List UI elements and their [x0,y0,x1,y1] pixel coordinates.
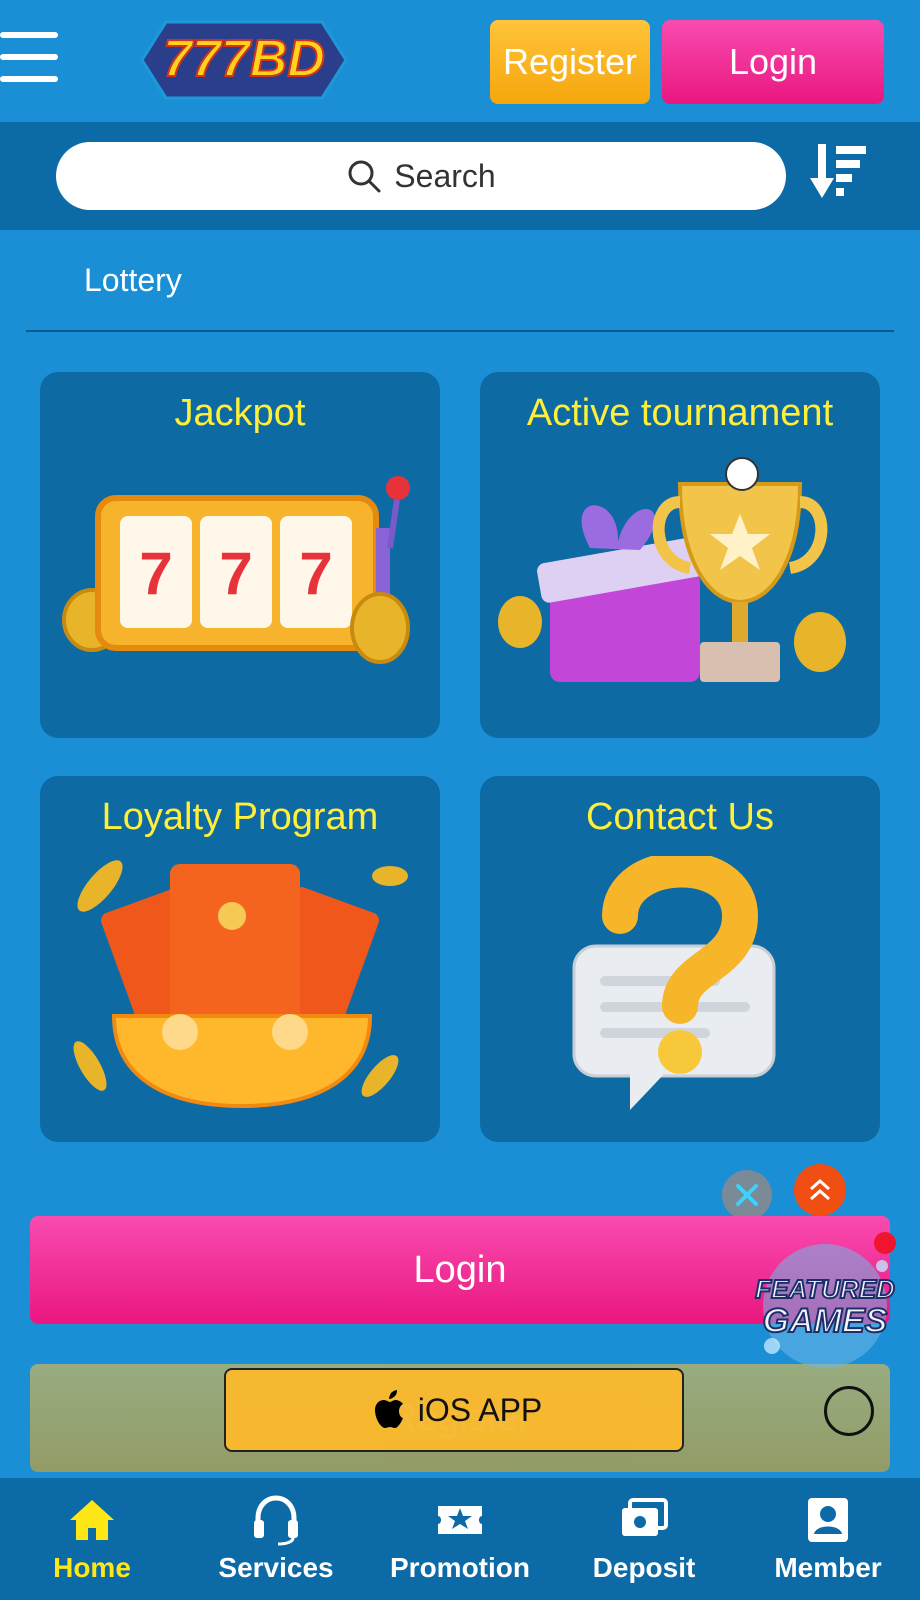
ios-app-button[interactable]: iOS APP [224,1368,684,1452]
search-placeholder: Search [394,157,496,194]
nav-label: Deposit [592,1552,696,1583]
jackpot-card[interactable]: Jackpot 7 7 7 [40,372,440,738]
member-icon [808,1498,848,1542]
circle-toggle[interactable] [824,1386,874,1436]
card-title: Active tournament [526,392,834,434]
headset-icon [254,1495,298,1546]
scroll-to-top-button[interactable] [794,1164,846,1216]
loyalty-program-card[interactable]: Loyalty Program [40,776,440,1142]
notification-dot [874,1232,896,1254]
card-title: Loyalty Program [101,796,379,838]
svg-text:GAMES: GAMES [763,1302,888,1340]
tab-lottery[interactable]: Lottery [84,262,182,299]
menu-icon[interactable] [0,32,58,84]
nav-services[interactable]: Services [184,1478,368,1600]
slot-machine-icon: 7 7 7 [62,476,410,664]
close-icon [736,1184,758,1206]
register-button[interactable]: Register [490,20,650,104]
site-logo[interactable]: 777BD [136,14,352,106]
double-chevron-up-icon [810,1178,830,1201]
deposit-icon [622,1498,668,1536]
featured-games-badge[interactable]: FEATURED GAMES [752,1236,898,1376]
nav-label: Member [774,1552,882,1583]
card-title: Contact Us [586,796,774,838]
ios-app-label: iOS APP [417,1391,543,1428]
nav-deposit[interactable]: Deposit [552,1478,736,1600]
ticket-star-icon [438,1506,482,1534]
contact-us-card[interactable]: Contact Us [480,776,880,1142]
top-header: 777BD Register Login [0,0,920,122]
nav-label: Home [53,1552,131,1583]
nav-label: Promotion [390,1552,530,1583]
nav-home[interactable]: Home [0,1478,184,1600]
svg-text:7: 7 [299,540,332,607]
login-button[interactable]: Login [662,20,884,104]
svg-text:7: 7 [139,540,172,607]
search-input[interactable]: Search [56,142,786,210]
divider [26,330,894,332]
svg-text:7: 7 [219,540,252,607]
logo-text: 777BD [163,30,325,88]
apple-icon [374,1390,403,1428]
help-question-icon [572,856,776,1110]
nav-label: Services [218,1552,334,1583]
red-envelope-bowl-icon [73,860,408,1109]
bottom-navigation: Home Services Promotion Deposit Member [0,1478,920,1600]
active-tournament-card[interactable]: Active tournament [480,372,880,738]
trophy-gift-icon [498,457,846,682]
search-icon [348,160,381,193]
nav-promotion[interactable]: Promotion [368,1478,552,1600]
nav-member[interactable]: Member [736,1478,920,1600]
search-bar-band: Search [0,122,920,230]
card-title: Jackpot [174,392,306,434]
close-float-button[interactable] [722,1170,772,1220]
svg-text:FEATURED: FEATURED [755,1274,895,1304]
sort-icon[interactable] [810,140,868,206]
home-icon [70,1500,114,1540]
